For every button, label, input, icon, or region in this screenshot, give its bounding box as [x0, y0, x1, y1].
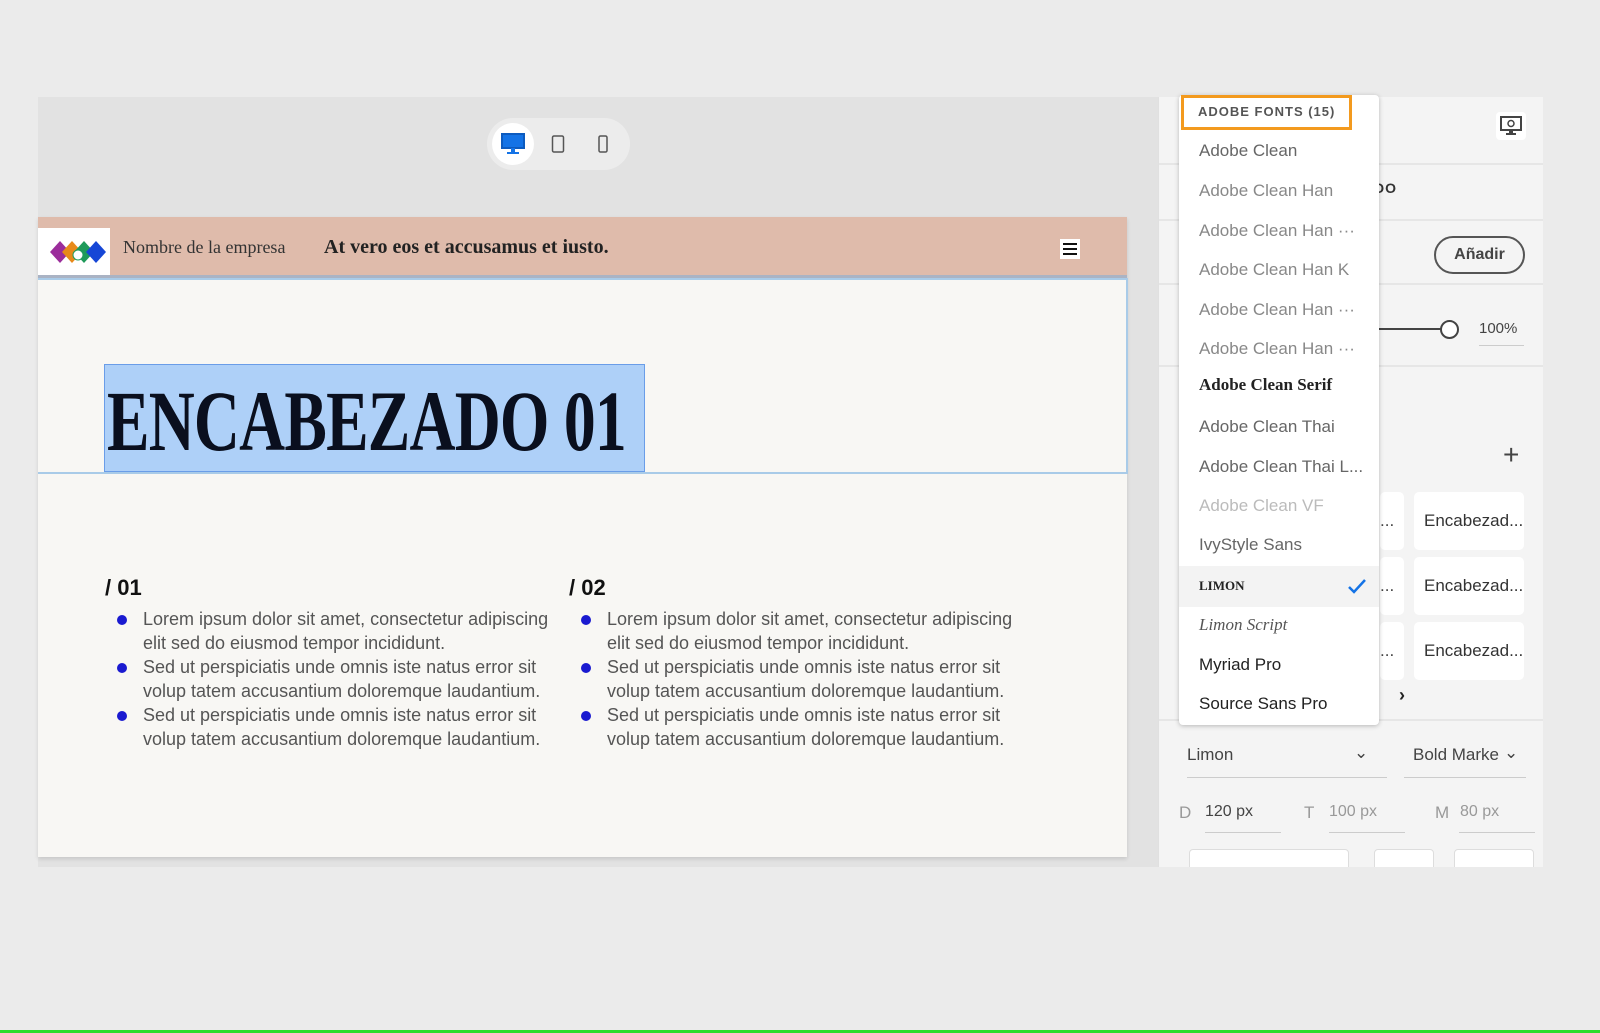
size-label-tablet: T [1304, 803, 1315, 822]
size-label-mobile: M [1435, 803, 1450, 822]
font-weight-select[interactable]: Bold Marke [1413, 745, 1499, 765]
list-item: Sed ut perspiciatis unde omnis iste natu… [569, 655, 1029, 703]
list-item: Sed ut perspiciatis unde omnis iste natu… [105, 703, 565, 751]
list-item: Lorem ipsum dolor sit amet, consectetur … [569, 607, 1029, 655]
style-card[interactable]: Encabezad... [1414, 492, 1524, 550]
hamburger-menu-icon[interactable] [1060, 239, 1080, 259]
opacity-value[interactable]: 100% [1479, 320, 1517, 337]
style-card[interactable]: Encabezad... [1414, 557, 1524, 615]
font-option[interactable]: Source Sans Pro [1179, 684, 1379, 724]
page-preview: Nombre de la empresa At vero eos et accu… [38, 217, 1128, 857]
font-option[interactable]: Myriad Pro [1179, 645, 1379, 685]
content-column-1: / 01 Lorem ipsum dolor sit amet, consect… [105, 575, 565, 751]
font-family-select[interactable]: Limon [1187, 745, 1233, 765]
style-card-partial[interactable]: ... [1380, 622, 1404, 680]
preview-button[interactable] [1496, 112, 1526, 140]
size-mobile-select[interactable]: 80 px [1460, 803, 1499, 821]
size-label-desktop: D [1179, 803, 1192, 822]
font-group-header: ADOBE FONTS (15) [1181, 95, 1352, 130]
chevron-down-icon[interactable]: ⌄ [1504, 743, 1518, 763]
site-header[interactable]: Nombre de la empresa At vero eos et accu… [38, 217, 1127, 278]
font-option[interactable]: Limon Script [1179, 605, 1379, 645]
company-logo [38, 228, 110, 275]
checkmark-icon [1348, 579, 1366, 594]
mobile-icon [598, 135, 608, 153]
company-name: Nombre de la empresa [123, 237, 286, 257]
font-option[interactable]: Adobe Clean Han ··· [1179, 211, 1379, 251]
font-option[interactable]: Adobe Clean Han ··· [1179, 329, 1379, 369]
device-toggle [487, 118, 630, 170]
font-option[interactable]: Adobe Clean Han ··· [1179, 290, 1379, 330]
add-style-icon[interactable]: + [1503, 439, 1519, 471]
list-item: Lorem ipsum dolor sit amet, consectetur … [105, 607, 565, 655]
list-item: Sed ut perspiciatis unde omnis iste natu… [569, 703, 1029, 751]
content-column-2: / 02 Lorem ipsum dolor sit amet, consect… [569, 575, 1029, 751]
font-option[interactable]: Adobe Clean VF [1179, 486, 1379, 526]
font-option[interactable]: IvyStyle Sans [1179, 525, 1379, 565]
font-option[interactable]: Adobe Clean Thai L... [1179, 447, 1379, 487]
layout-buttons[interactable] [1454, 849, 1534, 867]
page-heading[interactable]: ENCABEZADO 01 [107, 371, 627, 471]
style-card[interactable]: Encabezad... [1414, 622, 1524, 680]
font-option[interactable]: Adobe Clean Serif [1179, 365, 1379, 405]
chevron-down-icon[interactable]: ⌄ [1354, 743, 1368, 763]
size-tablet-select[interactable]: 100 px [1329, 803, 1377, 821]
style-card-partial[interactable]: ... [1380, 492, 1404, 550]
spacing-buttons[interactable] [1374, 849, 1434, 867]
column-number: / 01 [105, 575, 142, 600]
size-desktop-select[interactable]: 120 px [1205, 803, 1253, 821]
add-button[interactable]: Añadir [1434, 236, 1525, 274]
opacity-slider-knob[interactable] [1440, 320, 1459, 339]
header-tagline: At vero eos et accusamus et iusto. [324, 236, 609, 258]
heading-selection[interactable]: ENCABEZADO 01 [104, 364, 645, 472]
tablet-view-button[interactable] [537, 123, 579, 165]
desktop-icon [501, 133, 525, 154]
tablet-icon [551, 135, 565, 153]
font-dropdown: ADOBE FONTS (15) Adobe Clean Adobe Clean… [1179, 95, 1379, 725]
style-card-partial[interactable]: ... [1380, 557, 1404, 615]
desktop-view-button[interactable] [492, 123, 534, 165]
mobile-view-button[interactable] [582, 123, 624, 165]
monitor-preview-icon [1500, 116, 1522, 135]
next-page-chevron-icon[interactable]: › [1399, 685, 1405, 706]
font-option[interactable]: Adobe Clean [1179, 131, 1379, 171]
font-option[interactable]: Adobe Clean Thai [1179, 407, 1379, 447]
column-number: / 02 [569, 575, 606, 600]
list-item: Sed ut perspiciatis unde omnis iste natu… [105, 655, 565, 703]
alignment-buttons[interactable] [1189, 849, 1349, 867]
font-option[interactable]: Adobe Clean Han [1179, 171, 1379, 211]
font-option-selected[interactable]: LIMON [1179, 566, 1379, 607]
font-option[interactable]: Adobe Clean Han K [1179, 250, 1379, 290]
